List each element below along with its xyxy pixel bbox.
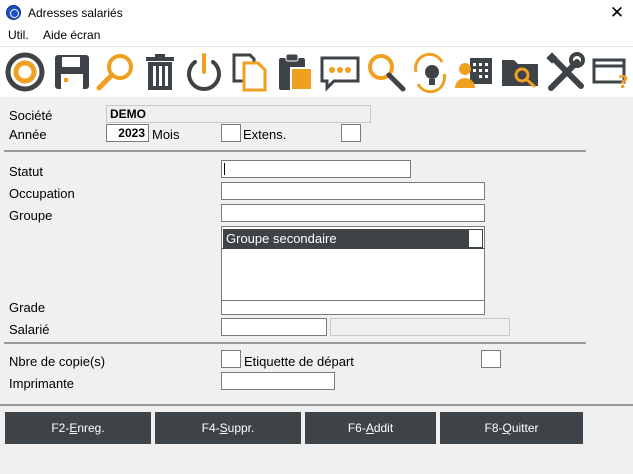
occupation-label: Occupation	[9, 186, 75, 201]
paste-icon[interactable]	[274, 50, 318, 94]
list-header-cell	[468, 229, 483, 248]
trash-icon[interactable]	[138, 50, 182, 94]
mois-checkbox[interactable]	[221, 124, 241, 142]
salarie-field[interactable]	[221, 318, 327, 336]
delete-button-key: S	[219, 421, 228, 435]
copies-label: Nbre de copie(s)	[9, 354, 106, 369]
separator	[4, 342, 586, 344]
menu-aide-ecran[interactable]: Aide écran	[43, 28, 100, 42]
extens-checkbox[interactable]	[341, 124, 361, 142]
statut-label: Statut	[9, 164, 43, 179]
societe-label: Société	[9, 108, 53, 123]
extens-label: Extens.	[243, 127, 287, 142]
salarie-label: Salarié	[9, 322, 50, 337]
menu-bar: Util. Aide écran	[0, 26, 633, 47]
quit-button-prefix: F8-	[484, 421, 503, 435]
svg-text:?: ?	[618, 72, 628, 93]
quit-button-key: Q	[502, 421, 512, 435]
delete-button-rest: uppr.	[227, 421, 255, 435]
power-icon[interactable]	[182, 50, 226, 94]
folder-search-icon[interactable]	[498, 50, 542, 94]
find-icon[interactable]	[364, 50, 408, 94]
delete-button-prefix: F4-	[201, 421, 220, 435]
save-icon[interactable]	[50, 50, 94, 94]
list-header-divider	[222, 248, 484, 249]
chat-icon[interactable]	[318, 50, 362, 94]
delete-button[interactable]: F4-Suppr.	[155, 412, 301, 444]
quit-button-rest: uitter	[511, 421, 539, 435]
separator	[4, 150, 586, 152]
tools-icon[interactable]	[543, 50, 587, 94]
app-icon	[6, 5, 21, 20]
toolbar: ?	[0, 47, 633, 97]
etiquette-label: Etiquette de départ	[244, 354, 354, 369]
salarie-name-field	[330, 318, 510, 336]
search-icon[interactable]	[94, 50, 138, 94]
groupe-label: Groupe	[9, 208, 53, 223]
grade-field[interactable]	[221, 300, 485, 315]
addit-button-rest: ddit	[373, 421, 394, 435]
save-button[interactable]: F2-Enreg.	[5, 412, 151, 444]
mois-label: Mois	[152, 127, 180, 142]
window-help-icon[interactable]: ?	[590, 50, 633, 94]
imprimante-label: Imprimante	[9, 376, 75, 391]
contacts-calendar-icon[interactable]	[452, 50, 496, 94]
grade-label: Grade	[9, 300, 46, 315]
annee-field[interactable]: 2023	[106, 124, 149, 142]
button-bar-divider	[0, 404, 633, 406]
societe-field: DEMO	[106, 105, 371, 123]
addit-button[interactable]: F6-Addit	[305, 412, 436, 444]
window-title: Adresses salariés	[28, 6, 123, 20]
refresh-idea-icon[interactable]	[408, 50, 452, 94]
close-icon[interactable]: ✕	[606, 3, 628, 23]
save-button-prefix: F2-	[51, 421, 70, 435]
lifebuoy-icon[interactable]	[3, 50, 47, 94]
etiquette-field[interactable]	[481, 350, 501, 368]
copies-field[interactable]	[221, 350, 241, 368]
title-bar: Adresses salariés ✕	[0, 0, 633, 26]
copy-icon[interactable]	[228, 50, 272, 94]
text-caret	[224, 163, 225, 175]
addit-button-prefix: F6-	[347, 421, 366, 435]
occupation-field[interactable]	[221, 182, 485, 200]
groupe-field[interactable]	[221, 204, 485, 222]
annee-label: Année	[9, 127, 47, 142]
imprimante-field[interactable]	[221, 372, 335, 390]
groupe-secondaire-header[interactable]: Groupe secondaire	[223, 229, 468, 248]
quit-button[interactable]: F8-Quitter	[440, 412, 583, 444]
save-button-rest: nreg.	[77, 421, 105, 435]
addit-button-key: A	[365, 421, 374, 435]
statut-field[interactable]	[221, 160, 411, 178]
groupe-secondaire-list[interactable]: Groupe secondaire	[221, 226, 485, 301]
menu-util[interactable]: Util.	[8, 28, 29, 42]
